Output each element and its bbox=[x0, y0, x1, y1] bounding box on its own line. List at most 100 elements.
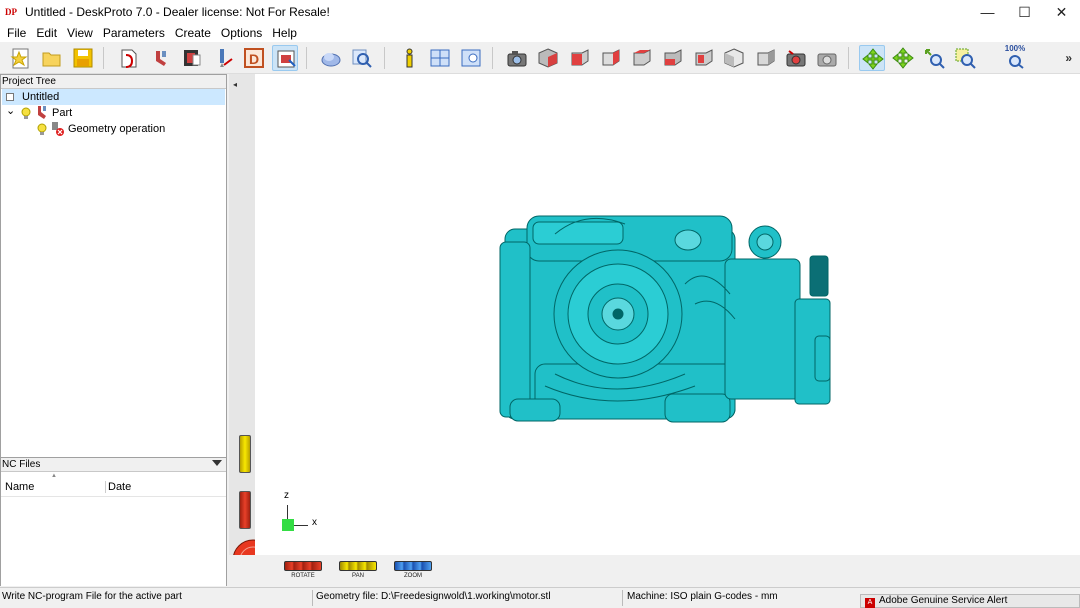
column-name[interactable]: Name bbox=[5, 481, 34, 493]
view-iso-button[interactable] bbox=[535, 45, 561, 71]
cube-right-icon bbox=[664, 49, 682, 66]
window-controls: — ☐ ✕ bbox=[969, 0, 1080, 24]
info-button[interactable] bbox=[396, 45, 422, 71]
view-bottom-button[interactable] bbox=[721, 45, 747, 71]
write-nc-program-button[interactable] bbox=[272, 45, 298, 71]
render-settings-button[interactable] bbox=[814, 45, 840, 71]
save-project-button[interactable] bbox=[70, 45, 96, 71]
red-slider-bar[interactable] bbox=[239, 491, 251, 529]
split-view-button[interactable] bbox=[427, 45, 453, 71]
engine-model[interactable] bbox=[255, 74, 1080, 555]
load-geometry-button[interactable] bbox=[116, 45, 142, 71]
close-button[interactable]: ✕ bbox=[1043, 0, 1080, 24]
title-bar: DP Untitled - DeskProto 7.0 - Dealer lic… bbox=[0, 0, 1080, 24]
part-icon bbox=[156, 51, 166, 66]
view-left-button[interactable] bbox=[628, 45, 654, 71]
nc-files-header[interactable]: NC Files bbox=[1, 458, 226, 472]
simulation-icon bbox=[321, 53, 341, 67]
save-icon bbox=[73, 48, 93, 68]
cube-iso-icon bbox=[538, 48, 558, 68]
minimize-button[interactable]: — bbox=[969, 0, 1006, 24]
operation-parameters-button[interactable] bbox=[179, 45, 205, 71]
axis-origin-marker bbox=[282, 519, 294, 531]
info-icon bbox=[406, 48, 413, 68]
menu-help[interactable]: Help bbox=[267, 26, 302, 40]
zoom-100-icon bbox=[1009, 55, 1024, 69]
window-title: Untitled - DeskProto 7.0 - Dealer licens… bbox=[25, 5, 330, 19]
menu-parameters[interactable]: Parameters bbox=[98, 26, 170, 40]
nc-files-title: NC Files bbox=[2, 459, 41, 470]
cube-left-icon bbox=[633, 49, 651, 66]
operation-error-icon bbox=[52, 122, 64, 136]
lightbulb-icon[interactable] bbox=[20, 107, 32, 119]
tree-item-untitled[interactable]: Untitled bbox=[2, 89, 225, 105]
part-parameters-button[interactable] bbox=[148, 45, 174, 71]
operation-icon bbox=[184, 50, 201, 66]
preview-button[interactable] bbox=[349, 45, 375, 71]
tree-item-part[interactable]: ⌄ Part bbox=[2, 105, 225, 121]
zoom-window-button[interactable] bbox=[952, 45, 978, 71]
collapse-panel-icon[interactable]: ◂ bbox=[233, 80, 237, 89]
write-nc-icon bbox=[277, 50, 296, 68]
simulation-button[interactable] bbox=[318, 45, 344, 71]
adobe-alert-notification[interactable]: A Adobe Genuine Service Alert bbox=[860, 594, 1080, 608]
d-icon: D bbox=[244, 48, 264, 68]
view-back-button[interactable] bbox=[597, 45, 623, 71]
render-view-button[interactable] bbox=[783, 45, 809, 71]
menu-edit[interactable]: Edit bbox=[31, 26, 62, 40]
view-right-button[interactable] bbox=[659, 45, 685, 71]
menu-view[interactable]: View bbox=[62, 26, 98, 40]
new-project-icon bbox=[10, 48, 29, 69]
zoom-100-button[interactable]: 100% bbox=[1002, 44, 1028, 71]
open-folder-icon bbox=[42, 52, 61, 67]
sort-indicator-icon: ▲ bbox=[51, 473, 57, 479]
magnifier-icon bbox=[352, 49, 372, 68]
pan-label: PAN bbox=[352, 573, 364, 579]
cube-back-icon bbox=[602, 49, 620, 66]
view-top-button[interactable] bbox=[690, 45, 716, 71]
maximize-button[interactable]: ☐ bbox=[1006, 0, 1043, 24]
nc-files-columns: ▲ Name Date bbox=[1, 473, 226, 497]
view-wireframe-button[interactable] bbox=[752, 45, 778, 71]
screenshot-button[interactable] bbox=[504, 45, 530, 71]
menu-create[interactable]: Create bbox=[170, 26, 216, 40]
axis-x-line bbox=[294, 525, 308, 526]
expand-icon[interactable]: ⌄ bbox=[6, 103, 15, 119]
tree-item-label: Part bbox=[52, 107, 73, 119]
rotate-mode-button[interactable] bbox=[859, 45, 885, 71]
status-bar: Write NC-program File for the active par… bbox=[0, 587, 1080, 608]
left-panel: Project Tree Untitled ⌄ Part Geometry op… bbox=[0, 74, 227, 586]
cube-bottom-icon bbox=[724, 48, 744, 68]
3d-viewport[interactable]: z x bbox=[255, 74, 1080, 555]
status-hint: Write NC-program File for the active par… bbox=[2, 591, 182, 602]
toolpath-button[interactable] bbox=[210, 45, 236, 71]
layout-icon bbox=[430, 49, 450, 67]
toolbar-overflow-icon[interactable]: » bbox=[1065, 51, 1072, 65]
d-parameters-button[interactable]: D bbox=[241, 45, 267, 71]
tree-item-geometry-operation[interactable]: Geometry operation bbox=[2, 121, 225, 137]
zoom-icon bbox=[925, 49, 945, 69]
camera-icon bbox=[507, 51, 527, 67]
rotate-mouse-icon bbox=[284, 561, 322, 571]
menu-file[interactable]: File bbox=[2, 26, 31, 40]
view-settings-button[interactable] bbox=[458, 45, 484, 71]
status-geometry-file: Geometry file: D:\Freedesignwold\1.worki… bbox=[316, 591, 551, 602]
pan-mouse-icon bbox=[339, 561, 377, 571]
zoom-mouse-icon bbox=[394, 561, 432, 571]
status-machine: Machine: ISO plain G-codes - mm bbox=[627, 591, 778, 602]
viewport-frame: ◂ z x ROTATE PAN ZOOM bbox=[229, 74, 1080, 586]
pan-mode-button[interactable] bbox=[890, 45, 916, 71]
yellow-slider-bar[interactable] bbox=[239, 435, 251, 473]
open-project-button[interactable] bbox=[39, 45, 65, 71]
lightbulb-icon[interactable] bbox=[36, 123, 48, 135]
menu-options[interactable]: Options bbox=[216, 26, 267, 40]
view-front-button[interactable] bbox=[566, 45, 592, 71]
cube-front-icon bbox=[571, 49, 589, 66]
rotate-label: ROTATE bbox=[291, 573, 315, 579]
new-project-button[interactable] bbox=[8, 45, 34, 71]
menu-bar: File Edit View Parameters Create Options… bbox=[0, 24, 1080, 42]
column-date[interactable]: Date bbox=[105, 481, 131, 493]
zoom-mode-button[interactable] bbox=[921, 45, 947, 71]
chevron-down-icon[interactable] bbox=[212, 460, 222, 466]
svg-text:D: D bbox=[249, 51, 259, 67]
